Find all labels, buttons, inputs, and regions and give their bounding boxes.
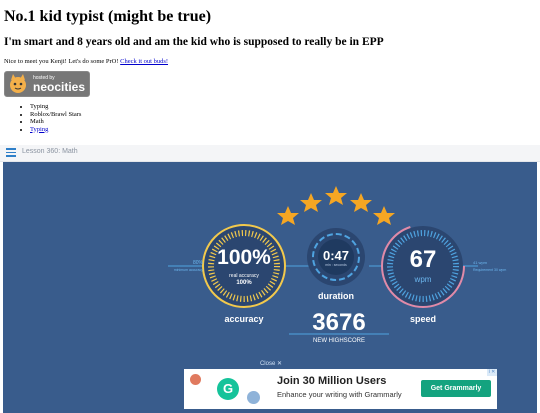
list-item-label: Typing bbox=[30, 103, 49, 110]
score-caption: NEW HIGHSCORE bbox=[312, 338, 365, 344]
neocities-cat-icon bbox=[10, 74, 26, 93]
speed-label: speed bbox=[409, 314, 436, 324]
nav-list: Typing Roblox/Brawl Stars Math Typing bbox=[4, 103, 536, 133]
accuracy-goal-caption: minimum accuracy bbox=[173, 268, 203, 272]
star-icon bbox=[277, 206, 299, 225]
results-panel: 100% real accuracy 100% accuracy 80% min… bbox=[3, 162, 537, 413]
page-title: No.1 kid typist (might be true) bbox=[4, 8, 212, 25]
list-item: Math bbox=[30, 118, 536, 126]
accuracy-value: 100% bbox=[217, 246, 271, 269]
list-item: Typing bbox=[30, 126, 536, 134]
list-item-label: Roblox/Brawl Stars bbox=[30, 110, 82, 118]
star-icon bbox=[373, 206, 395, 225]
stars-row bbox=[277, 186, 395, 225]
accuracy-goal: 80% bbox=[192, 260, 203, 266]
avatar bbox=[190, 374, 201, 385]
accuracy-sub-value: 100% bbox=[236, 280, 252, 286]
typing-link[interactable]: Typing bbox=[30, 126, 48, 133]
intro-link[interactable]: Check it out buds! bbox=[120, 58, 168, 65]
star-icon bbox=[300, 193, 322, 212]
neocities-badge[interactable]: hosted by neocities bbox=[4, 71, 90, 97]
get-grammarly-button[interactable]: Get Grammarly bbox=[421, 380, 491, 397]
list-item-label: Math bbox=[30, 118, 44, 125]
speed-value: 67 bbox=[409, 246, 437, 273]
ad-info-icon[interactable]: i ✕ bbox=[487, 369, 497, 376]
ad-banner[interactable]: i ✕ G Join 30 Million Users Enhance your… bbox=[184, 369, 497, 409]
close-button[interactable]: Close ✕ bbox=[256, 360, 286, 367]
intro-paragraph: Nice to meet you Kenji! Let's do some Pr… bbox=[4, 58, 536, 65]
typing-app-header: Lesson 360: Math bbox=[0, 145, 540, 162]
duration-value: 0:47 bbox=[322, 248, 350, 263]
badge-text: hosted by neocities bbox=[33, 75, 86, 94]
score-value: 3676 bbox=[312, 309, 366, 336]
lesson-title: Lesson 360: Math bbox=[22, 148, 78, 155]
star-icon bbox=[325, 186, 347, 205]
star-icon bbox=[350, 193, 372, 212]
avatar bbox=[247, 391, 260, 404]
accuracy-label: accuracy bbox=[224, 314, 264, 324]
intro-text: Nice to meet you Kenji! Let's do some Pr… bbox=[4, 58, 121, 65]
menu-icon[interactable] bbox=[6, 148, 16, 157]
page: No.1 kid typist (might be true) I'm smar… bbox=[0, 8, 540, 133]
list-item: Roblox/Brawl Stars bbox=[30, 111, 536, 119]
badge-big-text: neocities bbox=[33, 79, 86, 94]
ad-headline: Join 30 Million Users bbox=[277, 375, 387, 387]
speed-goal-caption: Requirement 30 wpm bbox=[473, 268, 507, 272]
duration-sub: min : seconds bbox=[325, 263, 347, 267]
ad-subtext: Enhance your writing with Grammarly bbox=[277, 390, 402, 399]
duration-label: duration bbox=[318, 291, 354, 301]
page-subtitle: I'm smart and 8 years old and am the kid… bbox=[4, 36, 384, 48]
list-item: Typing bbox=[30, 103, 536, 111]
accuracy-sub-caption: real accuracy bbox=[229, 273, 259, 279]
speed-goal: 41 wpm bbox=[473, 260, 488, 265]
speed-unit: wpm bbox=[414, 275, 432, 284]
grammarly-logo-icon: G bbox=[217, 378, 239, 400]
